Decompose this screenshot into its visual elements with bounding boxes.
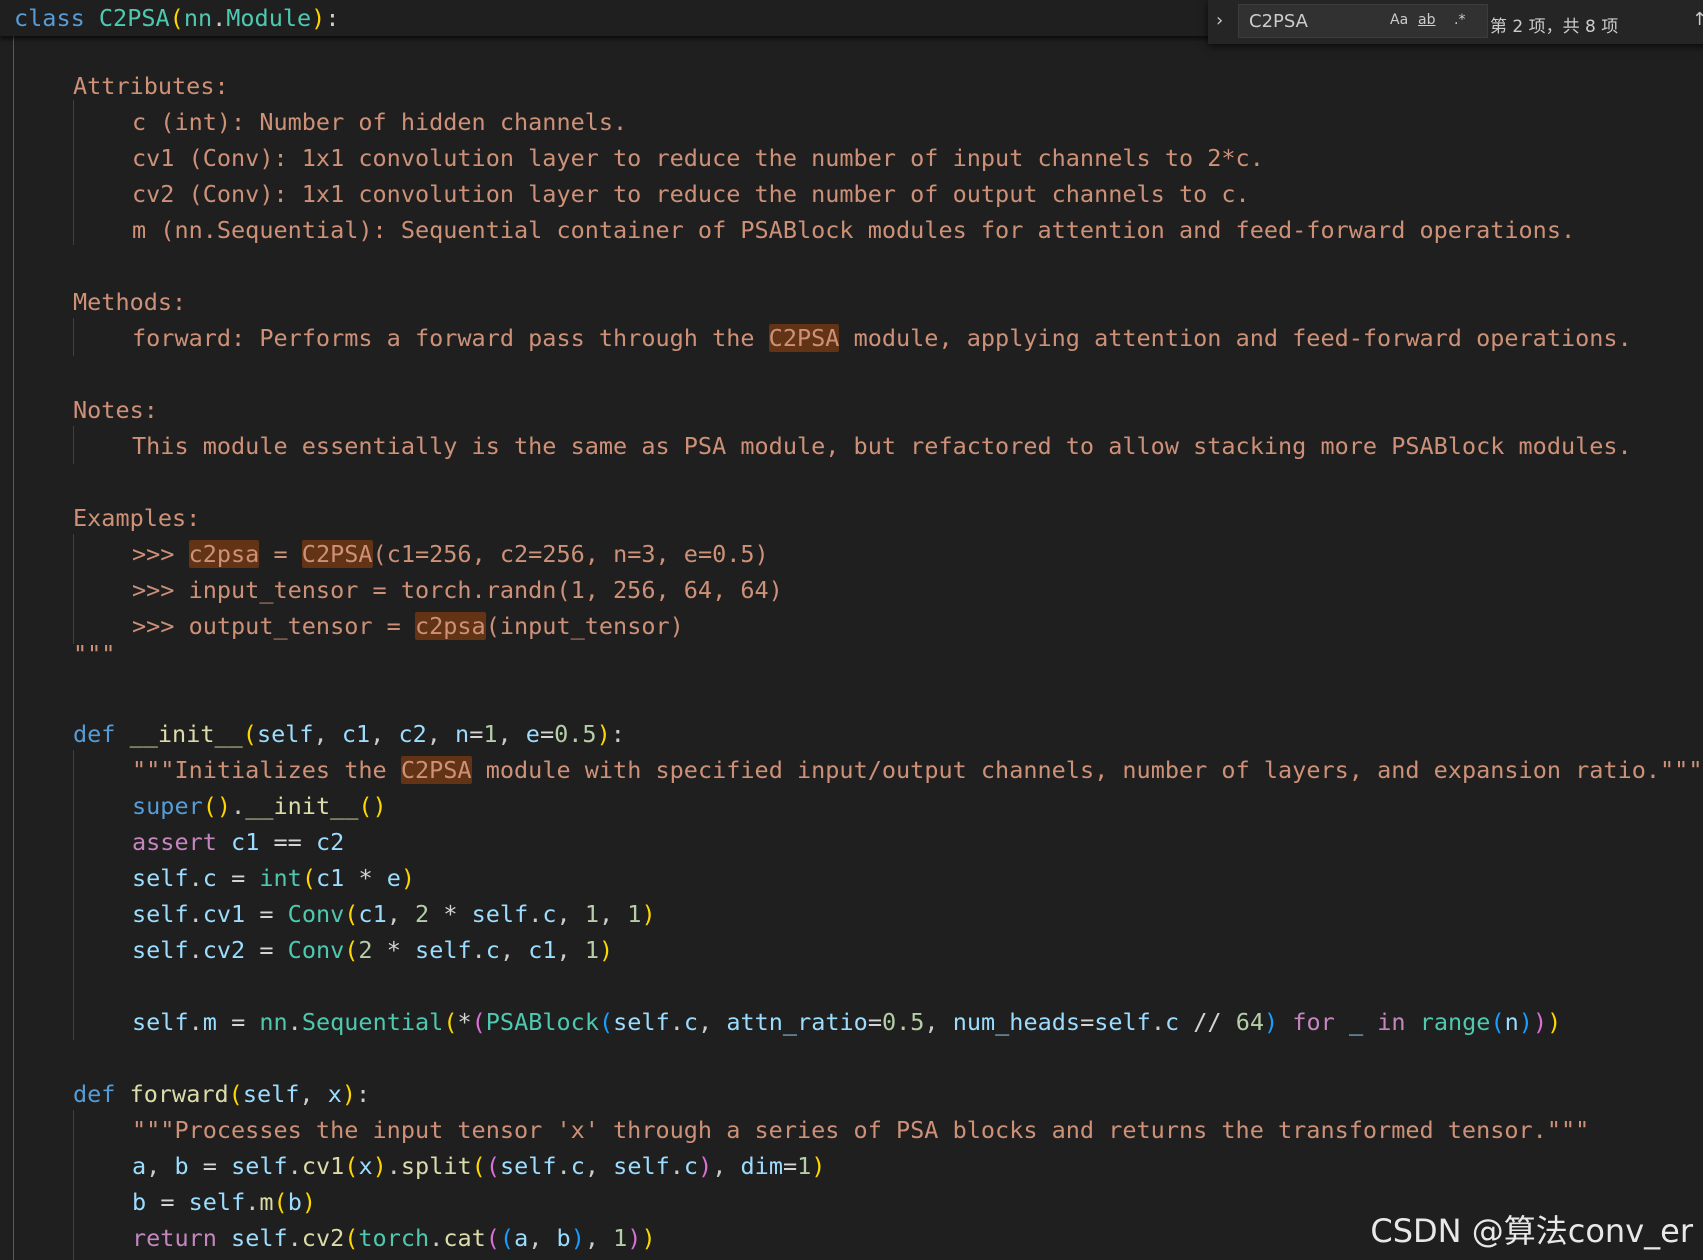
code-line-b-m: b = self.m(b) <box>132 1188 316 1216</box>
code-line-self-m: self.m = nn.Sequential(*(PSABlock(self.c… <box>132 1008 1562 1036</box>
docstring-methods-heading: Methods: <box>73 288 187 316</box>
whole-word-toggle[interactable]: ab <box>1418 12 1435 28</box>
code-line-init-docstring: """Initializes the C2PSA module with spe… <box>132 756 1703 784</box>
docstring-example-line: >>> input_tensor = torch.randn(1, 256, 6… <box>132 576 783 604</box>
code-line-return: return self.cv2(torch.cat((a, b), 1)) <box>132 1224 656 1252</box>
search-match-highlight: C2PSA <box>301 540 373 568</box>
search-match-highlight: c2psa <box>188 540 260 568</box>
chevron-right-icon[interactable]: › <box>1216 10 1223 31</box>
code-line-split: a, b = self.cv1(x).split((self.c, self.c… <box>132 1152 826 1180</box>
docstring-examples-heading: Examples: <box>73 504 201 532</box>
docstring-notes-heading: Notes: <box>73 396 158 424</box>
code-line-forward-def: def forward(self, x): <box>73 1080 371 1108</box>
find-widget: › Aa ab .* 第 2 项，共 8 项 ↑ <box>1208 0 1703 44</box>
indent-guide <box>13 36 14 1260</box>
code-editor[interactable]: class C2PSA(nn.Module): Attributes: c (i… <box>0 0 1703 1260</box>
docstring-attribute-line: m (nn.Sequential): Sequential container … <box>132 216 1576 244</box>
code-line-self-cv1: self.cv1 = Conv(c1, 2 * self.c, 1, 1) <box>132 900 656 928</box>
docstring-example-line: >>> output_tensor = c2psa(input_tensor) <box>132 612 684 640</box>
indent-guide <box>73 534 74 644</box>
docstring-attribute-line: c (int): Number of hidden channels. <box>132 108 628 136</box>
watermark: CSDN @算法conv_er <box>1370 1212 1693 1250</box>
indent-guide <box>73 750 74 1040</box>
search-match-highlight: C2PSA <box>768 324 840 352</box>
find-input[interactable] <box>1238 4 1488 38</box>
indent-guide <box>73 100 74 245</box>
arrow-up-icon[interactable]: ↑ <box>1692 9 1703 30</box>
indent-guide <box>73 318 74 356</box>
docstring-close-quotes: """ <box>73 640 116 668</box>
code-line-init-def: def __init__(self, c1, c2, n=1, e=0.5): <box>73 720 625 748</box>
search-match-highlight: C2PSA <box>400 756 472 784</box>
docstring-example-line: >>> c2psa = C2PSA(c1=256, c2=256, n=3, e… <box>132 540 769 568</box>
docstring-attribute-line: cv1 (Conv): 1x1 convolution layer to red… <box>132 144 1264 172</box>
code-line-class-def: class C2PSA(nn.Module): <box>14 4 340 32</box>
find-result-count: 第 2 项，共 8 项 <box>1490 17 1619 37</box>
docstring-attribute-line: cv2 (Conv): 1x1 convolution layer to red… <box>132 180 1250 208</box>
code-line-forward-docstring: """Processes the input tensor 'x' throug… <box>132 1116 1590 1144</box>
docstring-note-line: This module essentially is the same as P… <box>132 432 1632 460</box>
search-match-highlight: c2psa <box>414 612 486 640</box>
code-line-super: super().__init__() <box>132 792 387 820</box>
regex-toggle[interactable]: .* <box>1454 12 1465 28</box>
code-line-assert: assert c1 == c2 <box>132 828 345 856</box>
indent-guide <box>73 426 74 464</box>
match-case-toggle[interactable]: Aa <box>1390 12 1408 28</box>
code-line-self-c: self.c = int(c1 * e) <box>132 864 416 892</box>
docstring-attributes-heading: Attributes: <box>73 72 229 100</box>
code-line-self-cv2: self.cv2 = Conv(2 * self.c, c1, 1) <box>132 936 614 964</box>
indent-guide <box>73 1110 74 1260</box>
docstring-method-line: forward: Performs a forward pass through… <box>132 324 1632 352</box>
